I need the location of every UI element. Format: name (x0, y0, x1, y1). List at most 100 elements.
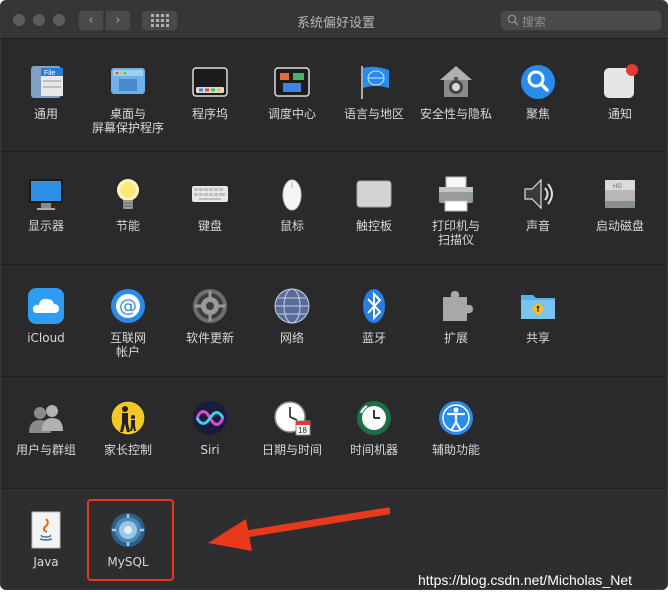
pref-pane-label: 蓝牙 (361, 331, 386, 345)
desktop-icon (111, 68, 145, 94)
siri-icon (193, 401, 227, 435)
pref-pane-spotlight[interactable]: 聚焦 (497, 39, 579, 137)
pref-pane-label: 启动磁盘 (595, 219, 644, 233)
title-bar: ‹ › 系统偏好设置 搜索 (1, 1, 667, 39)
system-preferences-window: ‹ › 系统偏好设置 搜索 File 通用 桌面与 屏幕保护程序 程序坞 调度中心 语言与… (0, 0, 668, 590)
house-lock-icon (440, 66, 472, 97)
search-icon (507, 14, 519, 26)
network-globe-icon (274, 288, 310, 324)
pref-pane-label: 日期与时间 (261, 443, 322, 457)
pref-pane-icloud[interactable]: iCloud (5, 263, 87, 361)
magnifier-icon (521, 65, 555, 99)
clock-calendar-icon: 18 (274, 401, 311, 436)
minimize-button[interactable] (33, 14, 45, 26)
globe-flag-icon (361, 66, 389, 99)
pref-pane-label: 共享 (525, 331, 550, 345)
svg-text:18: 18 (298, 426, 307, 435)
pref-pane-java[interactable]: Java (5, 487, 87, 585)
pref-pane-startup-disk[interactable]: HD 启动磁盘 (579, 151, 661, 249)
display-icon (29, 179, 63, 210)
show-all-button[interactable] (141, 10, 178, 31)
pref-pane-label: 辅助功能 (431, 443, 480, 457)
pref-pane-bluetooth[interactable]: 蓝牙 (333, 263, 415, 361)
pref-pane-label: 通知 (607, 107, 632, 121)
pref-pane-displays[interactable]: 显示器 (5, 151, 87, 249)
pref-pane-desktop-screensaver[interactable]: 桌面与 屏幕保护程序 (87, 39, 169, 137)
pref-pane-label: iCloud (27, 331, 65, 345)
pref-pane-label: 打印机与 扫描仪 (431, 219, 480, 247)
pref-pane-general[interactable]: File 通用 (5, 39, 87, 137)
pref-pane-internet-accounts[interactable]: @ 互联网 帐户 (87, 263, 169, 361)
close-button[interactable] (13, 14, 25, 26)
pref-pane-time-machine[interactable]: 时间机器 (333, 375, 415, 473)
keyboard-icon (192, 186, 228, 202)
forward-button[interactable]: › (105, 10, 131, 31)
pref-pane-label: 声音 (525, 219, 550, 233)
search-placeholder: 搜索 (522, 15, 547, 29)
pref-pane-label: 程序坞 (191, 107, 228, 121)
pref-pane-label: 语言与地区 (343, 107, 404, 121)
at-sign-icon: @ (111, 289, 145, 323)
pref-pane-label: Siri (200, 443, 220, 457)
dock-icon (192, 67, 228, 97)
pref-pane-date-time[interactable]: 18 日期与时间 (251, 375, 333, 473)
parental-icon (110, 400, 146, 436)
search-field[interactable]: 搜索 (500, 10, 662, 31)
pref-pane-label: 触控板 (355, 219, 392, 233)
pref-pane-siri[interactable]: Siri (169, 375, 251, 473)
pref-pane-label: 扩展 (443, 331, 468, 345)
pref-pane-network[interactable]: 网络 (251, 263, 333, 361)
time-machine-icon (357, 401, 391, 435)
pref-pane-security-privacy[interactable]: 安全性与隐私 (415, 39, 497, 137)
pref-pane-notifications[interactable]: 通知 (579, 39, 661, 137)
mouse-icon (282, 179, 302, 211)
pref-pane-label: 家长控制 (103, 443, 152, 457)
pref-pane-label: 节能 (115, 219, 140, 233)
pref-pane-label: 通用 (33, 107, 58, 121)
pref-pane-extensions[interactable]: 扩展 (415, 263, 497, 361)
general-icon: File (31, 66, 63, 98)
pref-pane-label: 显示器 (27, 219, 64, 233)
printer-icon (439, 176, 473, 212)
trackpad-icon (356, 180, 392, 208)
zoom-button[interactable] (53, 14, 65, 26)
pref-pane-accessibility[interactable]: 辅助功能 (415, 375, 497, 473)
disk-icon: HD (605, 180, 635, 208)
pref-pane-sharing[interactable]: 共享 (497, 263, 579, 361)
pref-pane-users-groups[interactable]: 用户与群组 (5, 375, 87, 473)
pref-pane-label: 网络 (279, 331, 304, 345)
svg-text:HD: HD (613, 184, 622, 190)
pref-pane-label: 安全性与隐私 (419, 107, 492, 121)
grid-icon (150, 14, 169, 27)
red-arrow-icon (208, 507, 390, 551)
pref-pane-language-region[interactable]: 语言与地区 (333, 39, 415, 137)
pref-pane-energy-saver[interactable]: 节能 (87, 151, 169, 249)
pref-pane-label: Java (33, 555, 59, 569)
pref-pane-printers-scanners[interactable]: 打印机与 扫描仪 (415, 151, 497, 249)
pref-pane-trackpad[interactable]: 触控板 (333, 151, 415, 249)
accessibility-icon (439, 401, 473, 435)
pref-pane-label: 桌面与 屏幕保护程序 (91, 107, 164, 135)
pref-pane-label: 用户与群组 (15, 443, 76, 457)
bluetooth-icon (363, 289, 385, 323)
pref-pane-software-update[interactable]: 软件更新 (169, 263, 251, 361)
pref-pane-sound[interactable]: 声音 (497, 151, 579, 249)
pref-pane-keyboard[interactable]: 键盘 (169, 151, 251, 249)
pref-pane-parental-controls[interactable]: 家长控制 (87, 375, 169, 473)
speaker-icon (524, 178, 553, 210)
watermark: https://blog.csdn.net/Micholas_Net (418, 572, 633, 588)
pref-pane-mysql[interactable]: MySQL (87, 487, 169, 585)
mission-control-icon (274, 67, 310, 97)
users-icon (29, 405, 63, 433)
svg-text:File: File (44, 70, 55, 77)
pref-pane-label: 聚焦 (525, 107, 550, 121)
svg-text:@: @ (119, 296, 137, 317)
back-button[interactable]: ‹ (78, 10, 104, 31)
lightbulb-icon (117, 179, 139, 209)
pref-pane-dock[interactable]: 程序坞 (169, 39, 251, 137)
sharing-folder-icon (521, 295, 555, 319)
cloud-icon (28, 288, 64, 324)
pref-pane-label: MySQL (107, 555, 149, 569)
pref-pane-mission-control[interactable]: 调度中心 (251, 39, 333, 137)
pref-pane-mouse[interactable]: 鼠标 (251, 151, 333, 249)
